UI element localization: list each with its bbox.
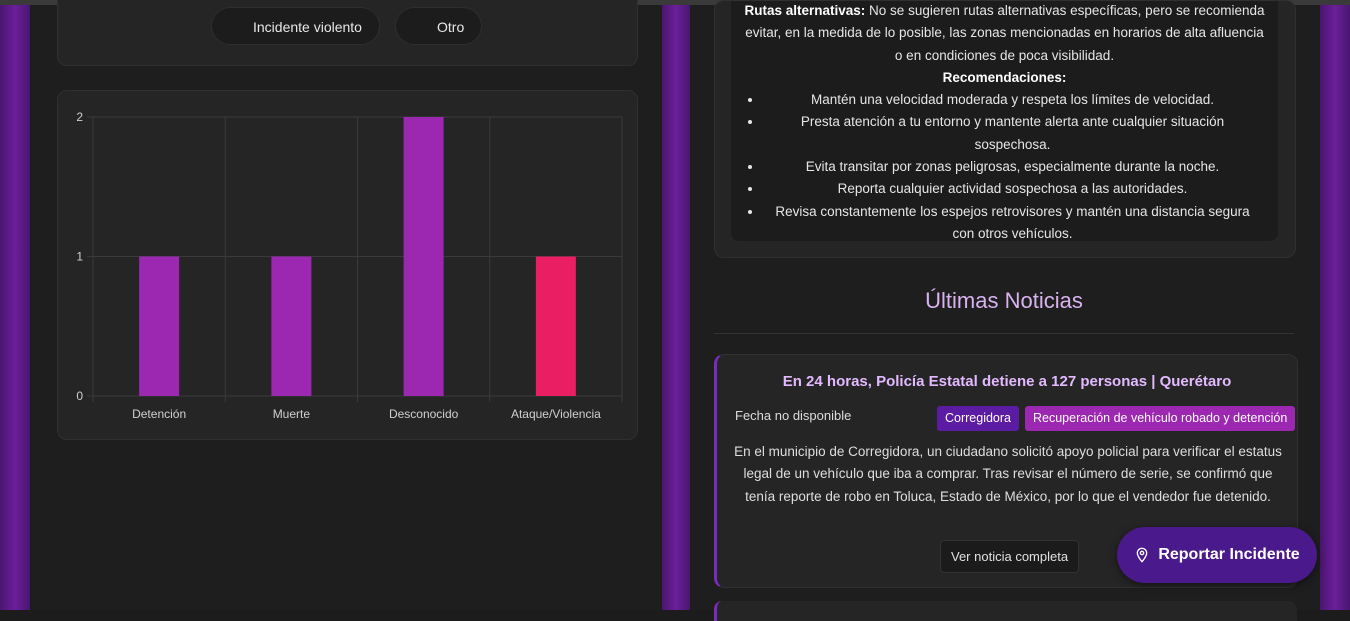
news-tag-category: Recuperación de vehículo robado y detenc…: [1025, 406, 1296, 431]
news-title: En 24 horas, Policía Estatal detiene a 1…: [782, 373, 1232, 390]
filter-chip-incidente-violento[interactable]: Incidente violento: [211, 7, 380, 45]
filter-card: Incidente violento Otro: [57, 0, 638, 66]
left-decor-stripe: [0, 5, 30, 610]
route-info-card: Rutas alternativas: No se sugieren rutas…: [714, 0, 1296, 258]
filter-chip-otro[interactable]: Otro: [395, 7, 482, 45]
recommendation-item: Mantén una velocidad moderada y respeta …: [763, 89, 1262, 111]
recommendation-item: Presta atención a tu entorno y mantente …: [763, 111, 1262, 156]
recommendation-item: Evita transitar por zonas peligrosas, es…: [763, 156, 1262, 178]
map-pin-icon: [1136, 547, 1148, 563]
y-tick-label: 2: [76, 110, 83, 124]
x-tick-label: Muerte: [273, 407, 311, 421]
chart-bar: [271, 256, 312, 396]
alt-routes-heading: Rutas alternativas:: [744, 3, 866, 18]
x-tick-label: Ataque/Violencia: [511, 407, 601, 421]
chart-bar: [403, 117, 444, 396]
filter-chip-label: Otro: [437, 19, 465, 35]
recommendations-heading: Recomendaciones:: [942, 69, 1067, 85]
news-date: Fecha no disponible: [735, 408, 852, 423]
filter-chip-label: Incidente violento: [253, 19, 362, 35]
recommendation-item: Revisa constantemente los espejos retrov…: [763, 201, 1262, 246]
y-tick-label: 1: [76, 250, 83, 264]
right-decor-stripe: [1320, 5, 1350, 610]
x-tick-label: Desconocido: [389, 407, 459, 421]
recommendations-list: Mantén una velocidad moderada y respeta …: [731, 89, 1278, 245]
chip-marker-icon: [228, 20, 240, 32]
chip-marker-icon: [412, 20, 424, 32]
report-incident-label: Reportar Incidente: [1158, 546, 1300, 563]
news-section-title: Últimas Noticias: [925, 288, 1083, 313]
y-tick-label: 0: [76, 389, 83, 403]
route-info-panel: Rutas alternativas: No se sugieren rutas…: [731, 1, 1278, 241]
x-tick-label: Detención: [132, 407, 186, 421]
news-tag-location: Corregidora: [937, 406, 1020, 431]
incident-bar-chart: 0 1 2 Detención Muerte Desconocido Ataque/Viol…: [76, 110, 623, 421]
report-incident-button[interactable]: Reportar Incidente: [1117, 527, 1317, 583]
alt-routes-paragraph: Rutas alternativas: No se sugieren rutas…: [731, 0, 1278, 67]
chart-bar: [139, 256, 180, 396]
recommendations-heading-row: Recomendaciones:: [731, 67, 1278, 89]
news-summary: En el municipio de Corregidora, un ciuda…: [734, 444, 1282, 504]
incident-chart-card: 0 1 2 Detención Muerte Desconocido Ataque/Viol…: [57, 90, 638, 440]
chart-bar: [535, 256, 576, 396]
news-divider: [714, 333, 1294, 334]
middle-decor-stripe: [662, 5, 690, 610]
next-news-card: [714, 601, 1297, 621]
recommendation-item: Reporta cualquier actividad sospechosa a…: [763, 178, 1262, 200]
view-full-news-button[interactable]: Ver noticia completa: [940, 540, 1080, 573]
